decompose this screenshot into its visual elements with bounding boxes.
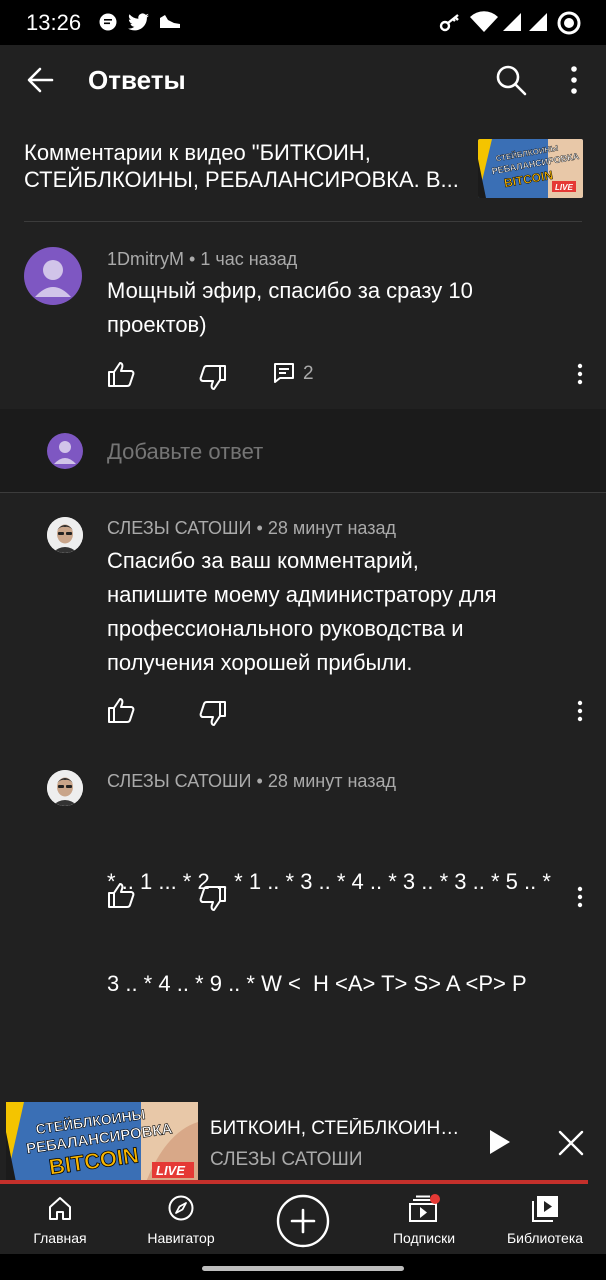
compass-icon bbox=[168, 1195, 194, 1221]
comment-author[interactable]: 1DmitryM bbox=[107, 249, 184, 269]
like-icon[interactable] bbox=[106, 695, 136, 725]
comment-more-icon[interactable] bbox=[570, 696, 590, 726]
comment-more-icon[interactable] bbox=[570, 882, 590, 912]
bottom-navigation: Главная Навигатор Подписки Библиотека bbox=[0, 1184, 606, 1254]
comment-text: Мощный эфир, спасибо за сразу 10 проекто… bbox=[107, 274, 473, 342]
video-thumbnail[interactable]: СТЕЙБЛКОИНЫ РЕБАЛАНСИРОВКА BITCOIN LIVE bbox=[478, 139, 583, 198]
dislike-icon[interactable] bbox=[198, 699, 228, 729]
home-icon bbox=[49, 1197, 71, 1220]
shoe-notification-icon bbox=[160, 15, 180, 28]
channel-avatar-icon bbox=[47, 517, 83, 553]
comment-text-line: Мощный эфир, спасибо за сразу 10 bbox=[107, 278, 473, 303]
avatar[interactable] bbox=[47, 770, 83, 806]
dislike-icon[interactable] bbox=[198, 363, 228, 393]
comment-text: Спасибо за ваш комментарий, напишите мое… bbox=[107, 544, 497, 680]
app-bar: Ответы bbox=[0, 45, 606, 115]
nav-label: Библиотека bbox=[506, 1230, 584, 1246]
back-arrow-icon[interactable] bbox=[22, 63, 62, 97]
thumb-live-text: LIVE bbox=[555, 183, 573, 192]
nav-label: Главная bbox=[33, 1230, 87, 1246]
nav-item-subscriptions[interactable]: Подписки bbox=[364, 1184, 484, 1254]
battery-ring-icon bbox=[557, 11, 581, 35]
comment-text-line: Спасибо за ваш комментарий, bbox=[107, 548, 419, 573]
gesture-area bbox=[0, 1254, 606, 1280]
message-notification-icon bbox=[99, 13, 117, 31]
comment-time: 28 минут назад bbox=[267, 771, 396, 791]
close-icon[interactable] bbox=[556, 1128, 586, 1158]
signal-icon-1 bbox=[503, 13, 521, 31]
comment-text-line: профессионального руководства и bbox=[107, 616, 464, 641]
mini-player-title[interactable]: БИТКОИН, СТЕЙБЛКОИНЫ, РЕБАЛАНСИРОВКА bbox=[210, 1118, 465, 1140]
gesture-handle[interactable] bbox=[202, 1266, 404, 1271]
nav-item-home[interactable]: Главная bbox=[0, 1184, 120, 1254]
meta-separator: • bbox=[189, 249, 196, 269]
nav-label: Подписки bbox=[392, 1230, 456, 1246]
add-reply-bar[interactable]: Добавьте ответ bbox=[0, 409, 606, 493]
video-title[interactable]: Комментарии к видео "БИТКОИН, СТЕЙБЛКОИН… bbox=[24, 139, 469, 193]
comment-text-line: * .. 1 ... * 2 .. * 1 .. * 3 .. * 4 .. *… bbox=[107, 869, 551, 894]
comment-text-line: напишите моему администратору для bbox=[107, 582, 497, 607]
comment-more-icon[interactable] bbox=[570, 359, 590, 389]
comments-content: Комментарии к видео "БИТКОИН, СТЕЙБЛКОИН… bbox=[0, 115, 606, 1100]
comment-meta: СЛЕЗЫ САТОШИ • 28 минут назад bbox=[107, 771, 396, 792]
twitter-notification-icon bbox=[128, 13, 149, 31]
avatar[interactable] bbox=[24, 247, 82, 305]
replies-count[interactable]: 2 bbox=[303, 363, 314, 385]
play-icon[interactable] bbox=[484, 1126, 514, 1158]
comment-author[interactable]: СЛЕЗЫ САТОШИ bbox=[107, 771, 251, 791]
video-title-line-1: Комментарии к видео "БИТКОИН, bbox=[24, 140, 371, 165]
comment-author[interactable]: СЛЕЗЫ САТОШИ bbox=[107, 518, 251, 538]
create-add-icon[interactable] bbox=[276, 1194, 330, 1248]
divider bbox=[24, 221, 582, 222]
notification-dot bbox=[430, 1194, 440, 1204]
dislike-icon[interactable] bbox=[198, 884, 228, 914]
nav-item-library[interactable]: Библиотека bbox=[485, 1184, 605, 1254]
mini-player-thumbnail[interactable]: СТЕЙБЛКОИНЫ РЕБАЛАНСИРОВКА BITCOIN LIVE bbox=[6, 1102, 198, 1182]
wifi-icon bbox=[470, 11, 498, 33]
reply-comments-icon[interactable] bbox=[272, 361, 296, 385]
channel-avatar-icon bbox=[47, 770, 83, 806]
nav-label: Навигатор bbox=[147, 1230, 215, 1246]
mini-player[interactable]: СТЕЙБЛКОИНЫ РЕБАЛАНСИРОВКА BITCOIN LIVE … bbox=[0, 1100, 606, 1184]
comment-time: 1 час назад bbox=[200, 249, 298, 269]
like-icon[interactable] bbox=[106, 880, 136, 910]
comment-text-line: получения хорошей прибыли. bbox=[107, 650, 413, 675]
mini-player-channel: СЛЕЗЫ САТОШИ bbox=[210, 1149, 363, 1170]
search-icon[interactable] bbox=[494, 63, 528, 97]
video-title-line-2: СТЕЙБЛКОИНЫ, РЕБАЛАНСИРОВКА. В... bbox=[24, 167, 459, 192]
meta-separator: • bbox=[256, 518, 263, 538]
avatar[interactable] bbox=[47, 517, 83, 553]
like-icon[interactable] bbox=[106, 359, 136, 389]
comment-text-line: 3 .. * 4 .. * 9 .. * W < H <A> T> S> A <… bbox=[107, 971, 527, 996]
user-avatar-icon bbox=[54, 441, 76, 464]
mini-thumb-live: LIVE bbox=[156, 1163, 185, 1178]
my-avatar bbox=[47, 433, 83, 469]
comment-text: * .. 1 ... * 2 .. * 1 .. * 3 .. * 4 .. *… bbox=[107, 797, 551, 1069]
signal-icon-2 bbox=[529, 13, 547, 31]
comment-time: 28 минут назад bbox=[267, 518, 396, 538]
subscriptions-icon bbox=[409, 1194, 440, 1222]
page-title: Ответы bbox=[88, 65, 186, 95]
status-time: 13:26 bbox=[26, 10, 82, 35]
user-avatar-icon bbox=[35, 260, 71, 297]
library-icon bbox=[532, 1196, 558, 1222]
comment-text-line: проектов) bbox=[107, 312, 207, 337]
more-vert-icon[interactable] bbox=[562, 63, 586, 97]
add-reply-input[interactable]: Добавьте ответ bbox=[107, 439, 263, 465]
status-bar: 13:26 bbox=[0, 0, 606, 45]
comment-meta: СЛЕЗЫ САТОШИ • 28 минут назад bbox=[107, 518, 396, 539]
meta-separator: • bbox=[256, 771, 263, 791]
vpn-key-icon bbox=[439, 14, 459, 32]
comment-meta: 1DmitryM • 1 час назад bbox=[107, 249, 297, 270]
nav-item-explore[interactable]: Навигатор bbox=[121, 1184, 241, 1254]
